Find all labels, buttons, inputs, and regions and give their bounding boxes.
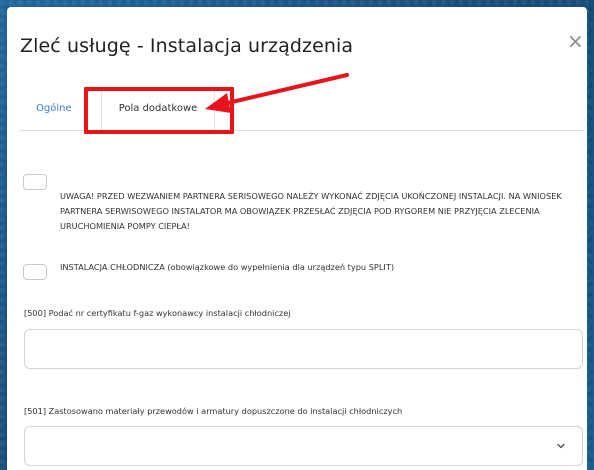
service-order-dialog: Zleć usługę - Instalacja urządzenia × Og… bbox=[7, 7, 587, 470]
dialog-title: Zleć usługę - Instalacja urządzenia bbox=[20, 35, 354, 57]
photo-notice-checkbox[interactable] bbox=[23, 174, 47, 190]
fgas-certificate-input[interactable] bbox=[24, 329, 583, 369]
cooling-installation-checkbox[interactable] bbox=[23, 264, 47, 280]
close-icon[interactable]: × bbox=[567, 29, 584, 53]
fgas-certificate-label: [500] Podać nr certyfikatu f-gaz wykonaw… bbox=[24, 308, 291, 318]
chevron-down-icon bbox=[557, 443, 565, 449]
tab-general[interactable]: Ogólne bbox=[36, 87, 72, 130]
photo-notice-text: UWAGA! PRZED WEZWANIEM PARTNERA SERISOWE… bbox=[60, 191, 562, 231]
red-arrow-annotation bbox=[205, 73, 349, 113]
materials-approved-select[interactable] bbox=[24, 426, 583, 466]
cooling-installation-label: INSTALACJA CHŁODNICZA (obowiązkowe do wy… bbox=[60, 262, 395, 272]
materials-approved-label: [501] Zastosowano materiały przewodów i … bbox=[24, 406, 403, 416]
